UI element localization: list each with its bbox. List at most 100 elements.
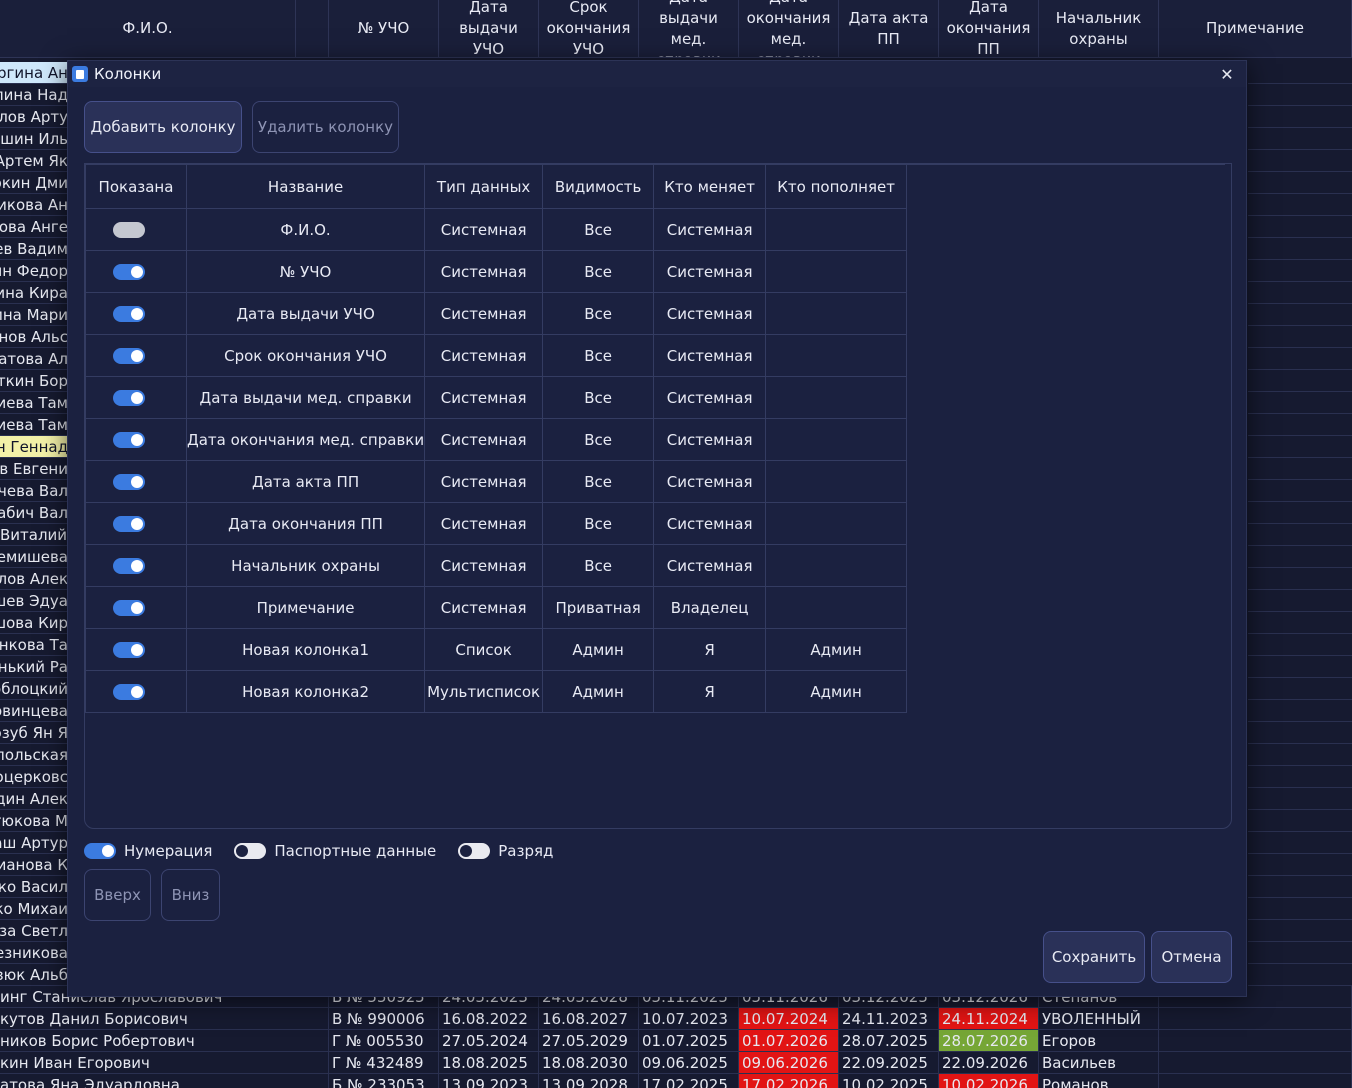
shown-toggle[interactable] [113,306,145,322]
spreadsheet-name-cell[interactable]: оцерковс [0,766,68,788]
spreadsheet-cell-name[interactable]: кин Иван Егорович [0,1052,329,1073]
spreadsheet-cell-d4[interactable]: 17.02.2026 [739,1074,839,1088]
spreadsheet-cell-d1[interactable]: 16.08.2022 [439,1008,539,1029]
spreadsheet-name-cell[interactable]: рабич Вал [0,502,68,524]
spreadsheet-header-cell[interactable]: № УЧО [329,0,439,57]
shown-toggle[interactable] [113,516,145,532]
header-shown[interactable]: Показана [85,164,187,209]
who-edits-cell[interactable]: Системная [653,250,767,293]
delete-column-button[interactable]: Удалить колонку [252,101,399,153]
column-name-cell[interactable]: Новая колонка1 [185,628,426,671]
who-edits-cell[interactable]: Системная [653,208,767,251]
move-down-button[interactable]: Вниз [161,869,220,921]
spreadsheet-name-cell[interactable]: анов Альс [0,326,68,348]
spreadsheet-name-cell[interactable]: злина Над [0,84,68,106]
spreadsheet-header-cell[interactable]: Начальник охраны [1039,0,1159,57]
visibility-cell[interactable]: Все [542,376,655,419]
who-fills-cell[interactable] [765,208,908,251]
spreadsheet-name-cell[interactable]: алов Алек [0,568,68,590]
column-row[interactable]: Дата окончания ПП Системная Все Системная [85,502,908,545]
spreadsheet-name-cell[interactable]: овинцева [0,700,68,722]
spreadsheet-row[interactable]: кутов Данил Борисович В № 990006 16.08.202… [0,1008,1352,1030]
spreadsheet-name-cell[interactable]: никова Ан [0,194,68,216]
add-column-button[interactable]: Добавить колонку [84,101,242,153]
who-fills-cell[interactable] [765,250,908,293]
spreadsheet-name-cell[interactable]: ин Геннад [0,436,68,458]
spreadsheet-name-cell[interactable]: ин Федор [0,260,68,282]
spreadsheet-header-cell[interactable]: Дата выдачи мед. справки [639,0,739,57]
spreadsheet-name-cell[interactable]: тюкова М [0,810,68,832]
spreadsheet-cell-chief[interactable]: Романов [1039,1074,1159,1088]
spreadsheet-header-cell[interactable]: Примечание [1159,0,1352,57]
spreadsheet-cell-name[interactable]: ников Борис Робертович [0,1030,329,1051]
spreadsheet-name-cell[interactable]: опольская [0,744,68,766]
spreadsheet-name-cell[interactable]: уткин Бор [0,370,68,392]
option-1[interactable]: Паспортные данные [234,842,436,860]
data-type-cell[interactable]: Системная [424,208,544,251]
spreadsheet-name-cell[interactable]: енкова Та [0,634,68,656]
spreadsheet-cell-d3[interactable]: 17.02.2025 [639,1074,739,1088]
spreadsheet-cell-num[interactable]: Б № 233053 [329,1074,439,1088]
spreadsheet-cell-d2[interactable]: 13.09.2028 [539,1074,639,1088]
spreadsheet-header-cell[interactable]: Ф.И.О. [0,0,296,57]
move-up-button[interactable]: Вверх [84,869,151,921]
who-edits-cell[interactable]: Системная [653,334,767,377]
spreadsheet-cell-d6[interactable]: 22.09.2026 [939,1052,1039,1073]
spreadsheet-name-cell[interactable]: ашев Эдуа [0,590,68,612]
column-name-cell[interactable]: Ф.И.О. [185,208,426,251]
visibility-cell[interactable]: Все [542,544,655,587]
column-row[interactable]: № УЧО Системная Все Системная [85,250,908,293]
visibility-cell[interactable]: Все [542,334,655,377]
spreadsheet-cell-chief[interactable]: Егоров [1039,1030,1159,1051]
spreadsheet-cell-d6[interactable]: 28.07.2026 [939,1030,1039,1051]
spreadsheet-header-cell[interactable]: Срок окончания УЧО [539,0,639,57]
spreadsheet-cell-d1[interactable]: 18.08.2025 [439,1052,539,1073]
visibility-cell[interactable]: Все [542,250,655,293]
close-icon[interactable]: ✕ [1216,63,1238,85]
spreadsheet-name-cell[interactable]: юшин Иль [0,128,68,150]
spreadsheet-cell-d5[interactable]: 24.11.2023 [839,1008,939,1029]
spreadsheet-name-cell[interactable]: енький Ра [0,656,68,678]
who-edits-cell[interactable]: Системная [653,460,767,503]
spreadsheet-name-cell[interactable]: лиева Там [0,414,68,436]
column-name-cell[interactable]: Дата окончания мед. справки [185,418,426,461]
who-edits-cell[interactable]: Я [653,670,767,713]
spreadsheet-name-cell[interactable]: езникова [0,942,68,964]
who-edits-cell[interactable]: Системная [653,502,767,545]
who-fills-cell[interactable] [765,586,908,629]
column-row[interactable]: Примечание Системная Приватная Владелец [85,586,908,629]
shown-toggle[interactable] [113,432,145,448]
spreadsheet-header-cell[interactable]: Дата выдачи УЧО [439,0,539,57]
spreadsheet-cell-note[interactable] [1159,1074,1352,1088]
save-button[interactable]: Сохранить [1043,931,1145,983]
spreadsheet-name-cell[interactable]: Артем Як [0,150,68,172]
visibility-cell[interactable]: Все [542,460,655,503]
option-0[interactable]: Нумерация [84,842,212,860]
data-type-cell[interactable]: Системная [424,418,544,461]
spreadsheet-name-cell[interactable]: озуб Ян Я [0,722,68,744]
spreadsheet-name-cell[interactable]: немишева [0,546,68,568]
visibility-cell[interactable]: Все [542,208,655,251]
spreadsheet-row[interactable]: атова Яна Эдуардовна Б № 233053 13.09.2023… [0,1074,1352,1088]
column-name-cell[interactable]: Дата выдачи УЧО [185,292,426,335]
column-row[interactable]: Дата выдачи УЧО Системная Все Системная [85,292,908,335]
spreadsheet-cell-note[interactable] [1159,1008,1352,1029]
spreadsheet-cell-num[interactable]: Г № 005530 [329,1030,439,1051]
spreadsheet-cell-d5[interactable]: 10.02.2025 [839,1074,939,1088]
spreadsheet-name-cell[interactable]: цианова К [0,854,68,876]
who-fills-cell[interactable] [765,544,908,587]
spreadsheet-cell-note[interactable] [1159,1052,1352,1073]
who-fills-cell[interactable] [765,502,908,545]
data-type-cell[interactable]: Системная [424,460,544,503]
shown-toggle[interactable] [113,348,145,364]
who-fills-cell[interactable] [765,418,908,461]
visibility-cell[interactable]: Все [542,292,655,335]
data-type-cell[interactable]: Системная [424,292,544,335]
shown-toggle[interactable] [113,684,145,700]
option-2[interactable]: Разряд [458,842,553,860]
spreadsheet-name-cell[interactable]: ов Евгени [0,458,68,480]
shown-toggle[interactable] [113,600,145,616]
header-name[interactable]: Название [185,164,426,209]
spreadsheet-header-cell[interactable]: Дата окончания мед. справки [739,0,839,57]
column-row[interactable]: Дата выдачи мед. справки Системная Все Сист… [85,376,908,419]
